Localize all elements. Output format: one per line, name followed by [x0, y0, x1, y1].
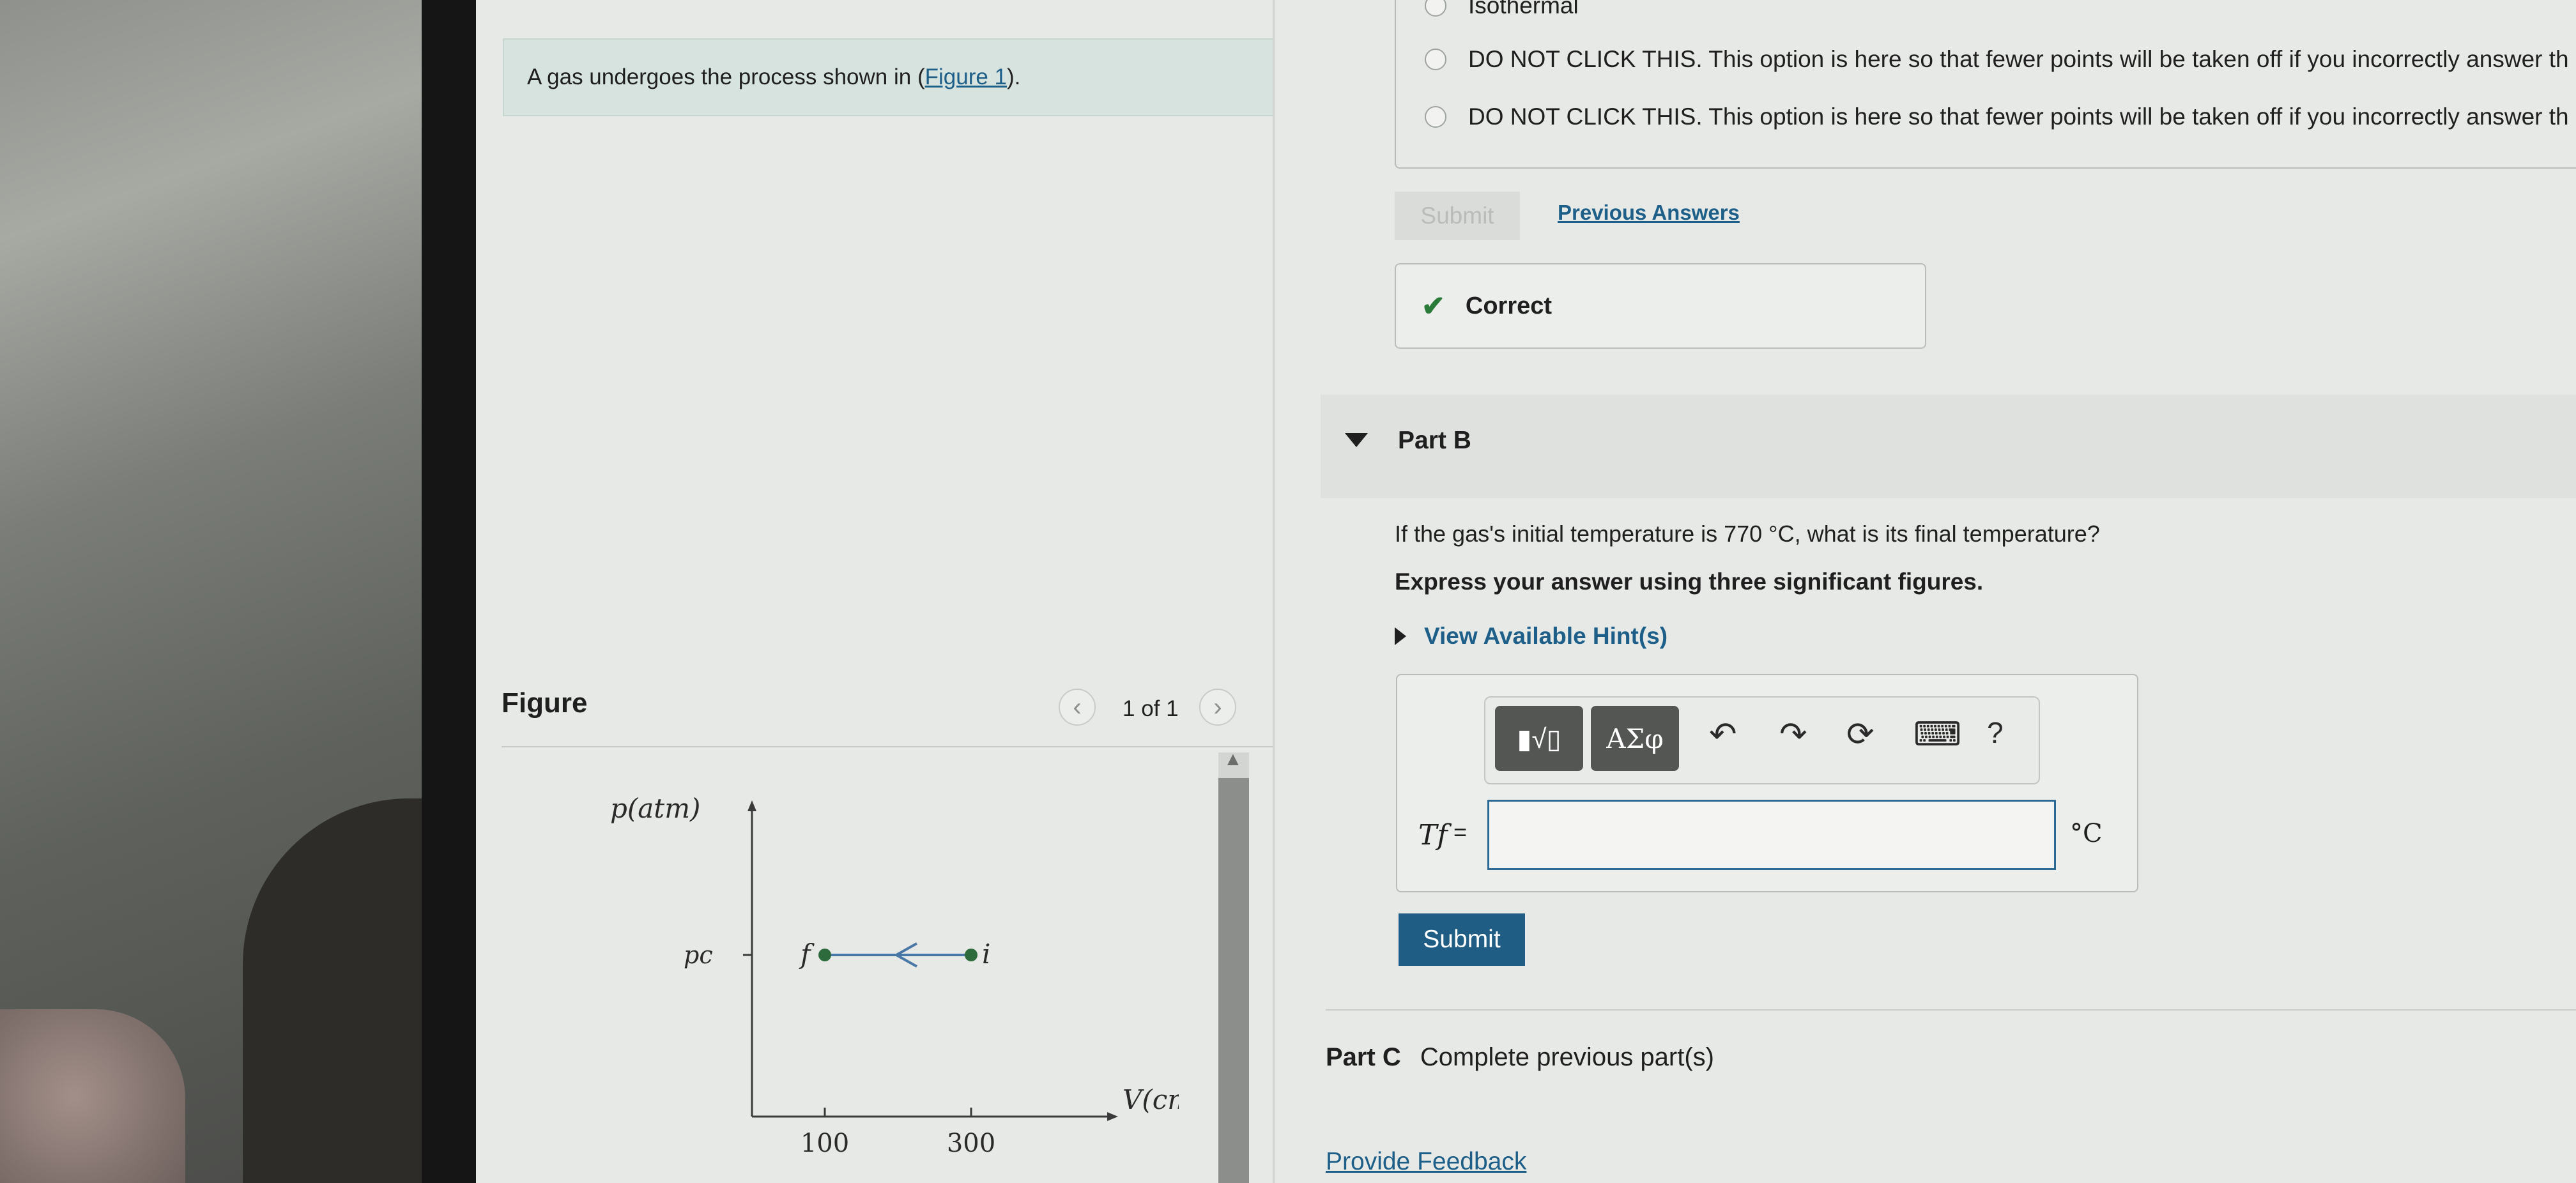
correct-label: Correct: [1465, 292, 1552, 319]
chevron-right-icon: ›: [1213, 692, 1222, 721]
hint-label: View Available Hint(s): [1424, 623, 1668, 649]
correct-feedback: ✔ Correct: [1395, 263, 1926, 349]
figure-title: Figure: [502, 687, 588, 719]
problem-statement: A gas undergoes the process shown in (Fi…: [503, 38, 1274, 116]
x-axis-label: V(cm³): [1123, 1084, 1179, 1115]
collapse-triangle-icon[interactable]: [1345, 433, 1368, 447]
option-label: Isothermal: [1468, 0, 1579, 19]
part-a-options-box: [1395, 0, 2576, 169]
expand-triangle-icon: [1395, 627, 1406, 645]
chevron-left-icon: ‹: [1073, 692, 1082, 721]
part-b-header[interactable]: [1321, 395, 2576, 498]
option-do-not-click-1[interactable]: DO NOT CLICK THIS. This option is here s…: [1425, 46, 2569, 73]
background-fabric: [0, 1009, 185, 1183]
figure-divider: [502, 746, 1275, 747]
problem-text: A gas undergoes the process shown in (: [527, 65, 925, 89]
variable-label: Tf: [1418, 819, 1448, 851]
option-isothermal[interactable]: Isothermal: [1425, 0, 1579, 19]
y-tick-label: pc: [684, 941, 713, 969]
unit-label: °C: [2070, 819, 2103, 848]
point-label-i: i: [982, 938, 990, 970]
templates-button[interactable]: ▮√▯: [1495, 706, 1583, 771]
problem-text-end: ).: [1007, 65, 1021, 89]
point-i: [965, 949, 977, 961]
figure-page-indicator: 1 of 1: [1123, 696, 1179, 721]
radio-button[interactable]: [1425, 49, 1446, 70]
templates-icon: ▮√▯: [1517, 723, 1561, 754]
screen: A gas undergoes the process shown in (Fi…: [476, 0, 2576, 1183]
point-label-f: f: [799, 938, 815, 970]
provide-feedback-link[interactable]: Provide Feedback: [1326, 1148, 1526, 1176]
x-tick-label-300: 300: [947, 1129, 995, 1158]
checkmark-icon: ✔: [1422, 290, 1445, 322]
monitor-bezel: [422, 0, 476, 1183]
part-b-submit-button[interactable]: Submit: [1399, 913, 1525, 966]
scroll-up-icon[interactable]: ▲: [1223, 749, 1243, 770]
undo-icon[interactable]: ↶: [1709, 715, 1737, 754]
figure-link[interactable]: Figure 1: [925, 65, 1007, 90]
greek-symbols-button[interactable]: ΑΣφ: [1591, 706, 1679, 771]
part-c-header: Part C Complete previous part(s): [1326, 1043, 1714, 1072]
reset-icon[interactable]: ⟳: [1846, 715, 1874, 754]
section-divider: [1326, 1009, 2576, 1011]
radio-button[interactable]: [1425, 0, 1446, 17]
radio-button[interactable]: [1425, 106, 1446, 128]
y-axis-arrowhead: [747, 800, 756, 811]
figure-scrollbar-thumb[interactable]: [1218, 778, 1249, 1183]
option-label: DO NOT CLICK THIS. This option is here s…: [1468, 46, 2569, 72]
option-label: DO NOT CLICK THIS. This option is here s…: [1468, 103, 2569, 130]
next-figure-button[interactable]: ›: [1199, 689, 1236, 726]
pv-diagram: p(atm) V(cm³) pc 100 300 f i: [610, 793, 1179, 1158]
part-c-title: Part C: [1326, 1043, 1401, 1071]
column-divider: [1273, 0, 1275, 1183]
equals-sign: =: [1453, 819, 1468, 845]
part-b-instruction: Express your answer using three signific…: [1395, 569, 1984, 595]
view-hints-toggle[interactable]: View Available Hint(s): [1395, 623, 1667, 650]
x-tick-label-100: 100: [801, 1129, 849, 1158]
keyboard-icon[interactable]: ⌨: [1913, 715, 1961, 754]
x-axis-arrowhead: [1107, 1112, 1118, 1121]
answer-input[interactable]: [1487, 800, 2056, 870]
previous-figure-button[interactable]: ‹: [1059, 689, 1096, 726]
y-axis-label: p(atm): [610, 793, 700, 824]
part-b-title: Part B: [1398, 427, 1471, 454]
previous-answers-link[interactable]: Previous Answers: [1558, 201, 1740, 225]
part-b-question: If the gas's initial temperature is 770 …: [1395, 521, 2100, 547]
option-do-not-click-2[interactable]: DO NOT CLICK THIS. This option is here s…: [1425, 103, 2569, 130]
help-icon[interactable]: ?: [1987, 715, 2004, 750]
redo-icon[interactable]: ↷: [1779, 715, 1807, 754]
part-a-submit-button[interactable]: Submit: [1395, 192, 1520, 240]
part-c-status: Complete previous part(s): [1420, 1043, 1714, 1071]
point-f: [818, 949, 831, 961]
